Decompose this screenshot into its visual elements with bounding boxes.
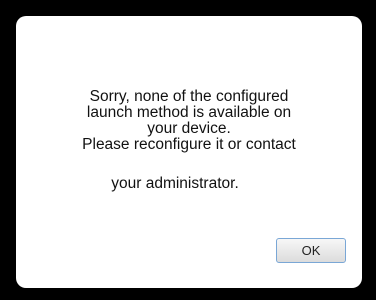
message-line-2: launch method is available on bbox=[86, 104, 292, 121]
message-line-3: your device. bbox=[147, 120, 231, 137]
error-dialog: Sorry, none of the configured launch met… bbox=[16, 16, 362, 288]
message-line-4: Please reconfigure it or contact bbox=[82, 136, 296, 153]
ok-button[interactable]: OK bbox=[276, 238, 346, 263]
message-line-5: your administrator. bbox=[111, 175, 239, 192]
message-line-1: Sorry, none of the configured bbox=[89, 88, 289, 105]
